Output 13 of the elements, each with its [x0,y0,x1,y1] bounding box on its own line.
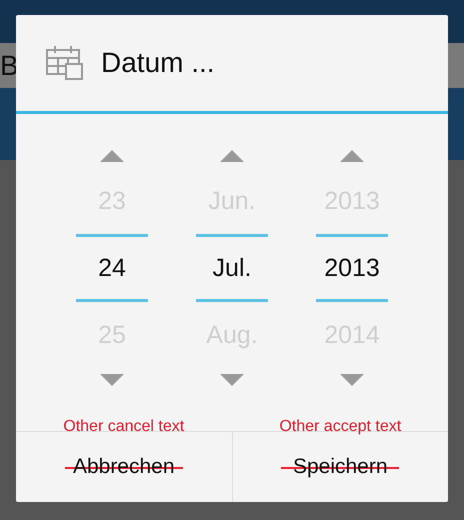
decrement-arrow-icon[interactable] [340,374,364,386]
increment-arrow-icon[interactable] [340,150,364,162]
selected-value: Jul. [196,234,268,302]
dialog-title: Datum ... [101,47,215,79]
calendar-icon [45,44,85,82]
field-text: B [0,50,19,82]
increment-arrow-icon[interactable] [100,150,124,162]
annotation-text: Other cancel text [63,418,184,436]
decrement-arrow-icon[interactable] [220,374,244,386]
increment-arrow-icon[interactable] [220,150,244,162]
selected-value: 24 [76,234,148,302]
decrement-arrow-icon[interactable] [100,374,124,386]
selected-value: 2013 [316,234,388,302]
